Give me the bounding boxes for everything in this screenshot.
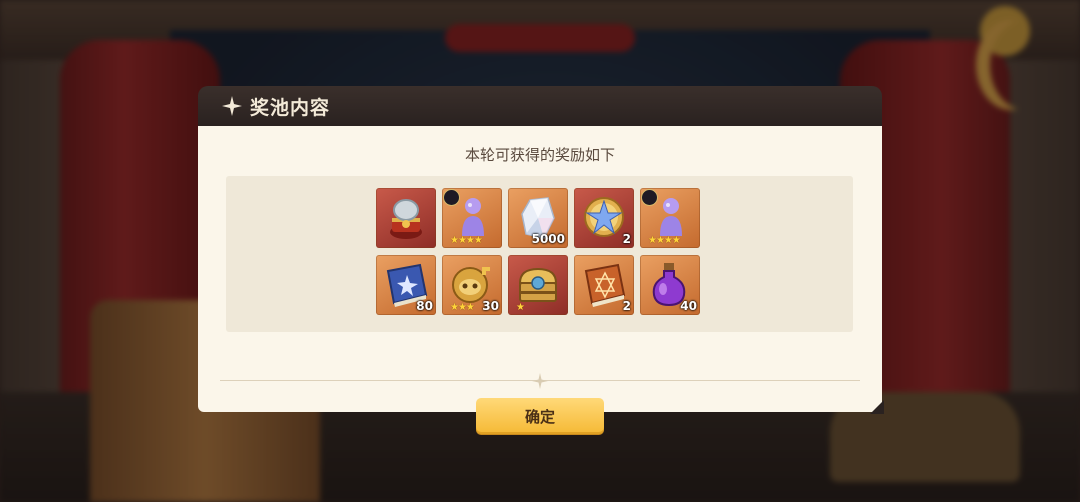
reward-item[interactable]: 2 xyxy=(574,255,634,315)
item-quantity: 5000 xyxy=(531,232,565,246)
item-quantity: 40 xyxy=(680,299,697,313)
item-quantity: 30 xyxy=(482,299,499,313)
dialog-header: 奖池内容 xyxy=(198,86,882,126)
star-rating: ★★★★ xyxy=(648,235,681,246)
sparkle-icon xyxy=(222,96,242,116)
star-rating: ★★★ xyxy=(450,302,475,313)
reward-item[interactable] xyxy=(376,188,436,248)
sparkle-icon xyxy=(532,373,548,389)
box-icon xyxy=(390,199,422,239)
dialog-title: 奖池内容 xyxy=(250,96,331,119)
reward-item[interactable]: ★★★ 30 xyxy=(442,255,502,315)
star-rating: ★ xyxy=(516,302,525,313)
dialog-body: 本轮可获得的奖励如下 ★★★★ 5000 2 ★★★★ 80 ★★★ 30 ★ … xyxy=(198,126,882,434)
confirm-button[interactable]: 确定 xyxy=(476,398,604,434)
reward-grid: ★★★★ 5000 2 ★★★★ 80 ★★★ 30 ★ 2 40 xyxy=(376,188,700,315)
reward-item[interactable]: 80 xyxy=(376,255,436,315)
reward-panel: ★★★★ 5000 2 ★★★★ 80 ★★★ 30 ★ 2 40 xyxy=(226,176,853,332)
reward-item[interactable]: 40 xyxy=(640,255,700,315)
reward-item[interactable]: 2 xyxy=(574,188,634,248)
prize-pool-dialog: 奖池内容 本轮可获得的奖励如下 ★★★★ 5000 2 ★★★★ 80 ★★★ … xyxy=(198,86,884,434)
dialog-subtitle: 本轮可获得的奖励如下 xyxy=(464,146,615,164)
reward-item[interactable]: ★★★★ xyxy=(442,188,502,248)
star-rating: ★★★★ xyxy=(450,235,483,246)
reward-item[interactable]: ★★★★ xyxy=(640,188,700,248)
item-quantity: 80 xyxy=(416,299,433,313)
item-quantity: 2 xyxy=(622,299,631,313)
reward-item[interactable]: 5000 xyxy=(508,188,568,248)
item-quantity: 2 xyxy=(622,232,631,246)
reward-item[interactable]: ★ xyxy=(508,255,568,315)
